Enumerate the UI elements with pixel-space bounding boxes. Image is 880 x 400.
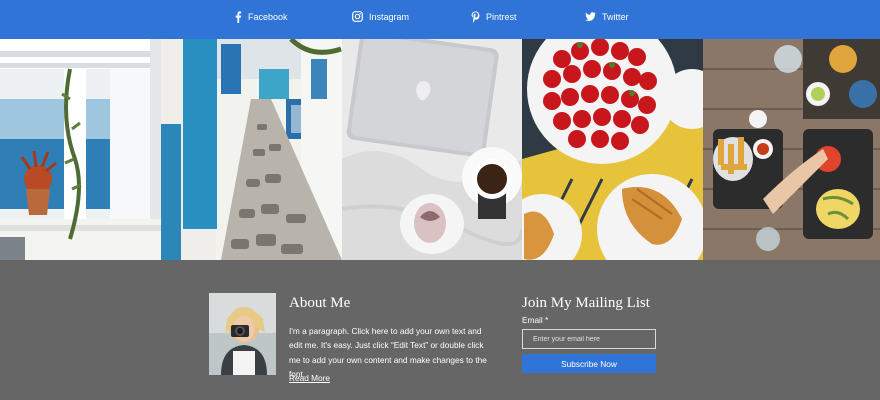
twitter-label: Twitter: [602, 11, 629, 22]
photo-gallery: [0, 39, 880, 260]
instagram-label: Instagram: [369, 11, 410, 22]
social-bar: Facebook Instagram Pintrest Twitter: [0, 0, 880, 39]
instagram-icon: [352, 11, 363, 22]
gallery-image-strawberries[interactable]: [522, 39, 703, 260]
gallery-image-brunch[interactable]: [703, 39, 880, 260]
facebook-label: Facebook: [248, 11, 288, 22]
footer: About Me I'm a paragraph. Click here to …: [0, 260, 880, 400]
subscribe-button[interactable]: Subscribe Now: [522, 354, 656, 373]
instagram-link[interactable]: Instagram: [352, 0, 409, 33]
facebook-icon: [234, 10, 242, 23]
about-title: About Me: [289, 295, 351, 311]
email-label: Email *: [522, 315, 549, 325]
gallery-image-santorini[interactable]: [0, 39, 161, 260]
gallery-image-laptop-coffee[interactable]: [342, 39, 522, 260]
email-field[interactable]: [522, 329, 656, 349]
pinterest-link[interactable]: Pintrest: [471, 0, 517, 33]
pinterest-label: Pintrest: [486, 11, 517, 22]
mailing-list-title: Join My Mailing List: [522, 295, 650, 311]
read-more-link[interactable]: Read More: [289, 373, 330, 383]
facebook-link[interactable]: Facebook: [234, 0, 288, 33]
about-photo: [209, 293, 276, 375]
twitter-icon: [585, 11, 596, 22]
pinterest-icon: [471, 10, 480, 23]
twitter-link[interactable]: Twitter: [585, 0, 629, 33]
gallery-image-alley[interactable]: [161, 39, 342, 260]
